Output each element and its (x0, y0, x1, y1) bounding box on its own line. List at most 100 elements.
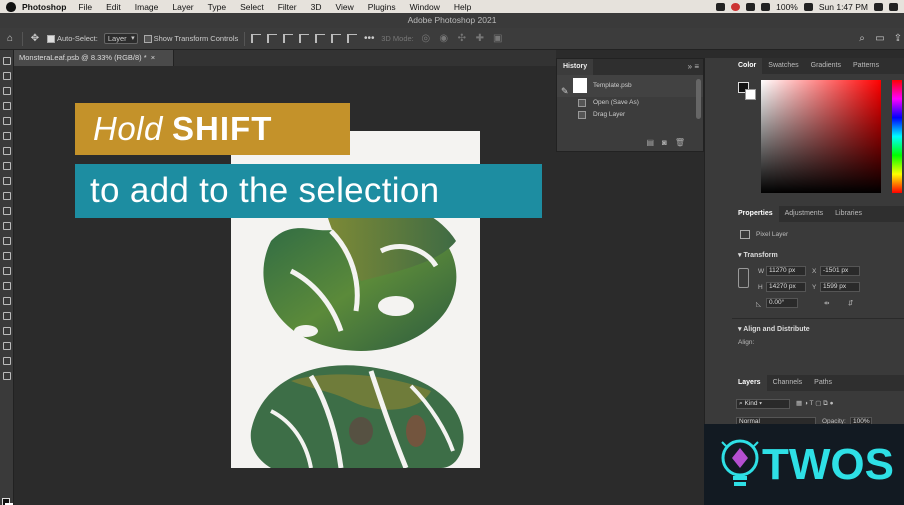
brush-tool-icon[interactable] (3, 177, 11, 185)
align-middle-icon[interactable] (315, 34, 326, 43)
y-field[interactable]: 1599 px (820, 282, 860, 292)
new-document-icon[interactable]: ▤ (646, 138, 654, 147)
align-bottom-icon[interactable] (331, 34, 342, 43)
flip-horizontal-icon[interactable]: ⇹ (824, 299, 829, 307)
control-center-icon[interactable] (889, 2, 898, 11)
blur-tool-icon[interactable] (3, 252, 11, 260)
move-tool-icon[interactable] (3, 57, 11, 65)
align-left-icon[interactable] (251, 34, 262, 43)
trash-icon[interactable]: 🗑 (675, 138, 685, 147)
auto-select-checkbox[interactable] (47, 35, 55, 43)
distribute-icon[interactable] (347, 34, 358, 43)
menu-help[interactable]: Help (454, 2, 471, 12)
show-transform-toggle[interactable]: Show Transform Controls (143, 34, 238, 43)
menu-edit[interactable]: Edit (106, 2, 121, 12)
align-right-icon[interactable] (283, 34, 294, 43)
x-field[interactable]: -1501 px (820, 266, 860, 276)
w-label: W (758, 268, 765, 275)
background-swatch[interactable] (745, 89, 756, 100)
menu-image[interactable]: Image (135, 2, 159, 12)
angle-field[interactable]: 0.00° (766, 298, 798, 308)
menu-type[interactable]: Type (208, 2, 226, 12)
dodge-tool-icon[interactable] (3, 267, 11, 275)
document-tab[interactable]: MonsteraLeaf.psb @ 8.33% (RGB/8) * × (14, 50, 174, 66)
zoom-tool-icon[interactable] (3, 357, 11, 365)
panel-menu-icon[interactable]: » ≡ (688, 62, 699, 71)
layer-filter-dropdown[interactable]: ⌕ Kind ▾ (736, 399, 790, 409)
history-step[interactable]: Open (Save As) (557, 97, 703, 109)
divider (244, 31, 246, 46)
color-picker-field[interactable] (761, 80, 881, 193)
search-icon[interactable]: ⌕ (856, 33, 868, 45)
align-top-icon[interactable] (299, 34, 310, 43)
record-icon[interactable] (716, 2, 726, 11)
menu-3d[interactable]: 3D (311, 2, 322, 12)
lasso-tool-icon[interactable] (3, 87, 11, 95)
share-icon[interactable]: ⇪ (892, 33, 904, 45)
more-tools-icon[interactable] (3, 372, 11, 380)
history-brush-icon[interactable] (3, 207, 11, 215)
menu-window[interactable]: Window (410, 2, 440, 12)
tab-patterns[interactable]: Patterns (847, 58, 885, 74)
search-icon[interactable] (874, 2, 883, 11)
height-field[interactable]: 14270 px (766, 282, 806, 292)
tab-paths[interactable]: Paths (808, 375, 838, 391)
tab-libraries[interactable]: Libraries (829, 206, 868, 222)
tab-adjustments[interactable]: Adjustments (779, 206, 830, 222)
notification-icon[interactable] (731, 2, 741, 11)
transform-section-title[interactable]: ▾ Transform (738, 251, 778, 259)
quick-select-tool-icon[interactable] (3, 102, 11, 110)
tab-color[interactable]: Color (732, 58, 763, 74)
history-snapshot[interactable]: ✎ Template.psb (557, 75, 703, 97)
tab-gradients[interactable]: Gradients (805, 58, 847, 74)
history-scrollbar[interactable] (696, 79, 701, 119)
menu-layer[interactable]: Layer (172, 2, 193, 12)
menu-plugins[interactable]: Plugins (368, 2, 396, 12)
home-icon[interactable]: ⌂ (4, 33, 16, 45)
type-tool-icon[interactable] (3, 297, 11, 305)
wifi-icon[interactable] (761, 2, 771, 11)
frame-tool-icon[interactable] (3, 132, 11, 140)
tab-history[interactable]: History (557, 59, 594, 75)
close-tab-icon[interactable]: × (151, 53, 155, 62)
battery-icon[interactable] (803, 2, 813, 11)
clone-stamp-icon[interactable] (3, 192, 11, 200)
auto-select-toggle[interactable]: Auto-Select: (47, 34, 98, 43)
eraser-tool-icon[interactable] (3, 222, 11, 230)
tab-layers[interactable]: Layers (732, 375, 767, 391)
gradient-tool-icon[interactable] (3, 237, 11, 245)
path-select-icon[interactable] (3, 312, 11, 320)
tab-swatches[interactable]: Swatches (762, 58, 804, 74)
menu-select[interactable]: Select (240, 2, 264, 12)
menu-file[interactable]: File (78, 2, 92, 12)
apple-icon[interactable] (6, 1, 16, 12)
marquee-tool-icon[interactable] (3, 72, 11, 80)
tab-channels[interactable]: Channels (767, 375, 809, 391)
camera-icon[interactable]: ◙ (662, 138, 667, 147)
filter-type-icons[interactable]: ▦ ◑ T ▢ ⧉ ● (796, 399, 834, 408)
menu-filter[interactable]: Filter (278, 2, 297, 12)
auto-select-dropdown[interactable]: Layer (103, 33, 138, 44)
app-menu[interactable]: Photoshop (22, 2, 66, 12)
more-options-icon[interactable]: ••• (363, 33, 375, 45)
menu-view[interactable]: View (335, 2, 353, 12)
move-tool-icon[interactable]: ✥ (29, 33, 41, 45)
tab-properties[interactable]: Properties (732, 206, 779, 222)
width-field[interactable]: 11270 px (766, 266, 806, 276)
workspace-icon[interactable]: ▭ (874, 33, 886, 45)
healing-brush-icon[interactable] (3, 162, 11, 170)
crop-tool-icon[interactable] (3, 117, 11, 125)
history-step[interactable]: Drag Layer (557, 109, 703, 121)
align-center-icon[interactable] (267, 34, 278, 43)
pen-tool-icon[interactable] (3, 282, 11, 290)
sync-icon[interactable] (746, 2, 756, 11)
show-transform-checkbox[interactable] (143, 35, 152, 43)
link-proportions-icon[interactable] (738, 268, 749, 288)
shape-tool-icon[interactable] (3, 327, 11, 335)
eyedropper-tool-icon[interactable] (3, 147, 11, 155)
align-section-title[interactable]: ▾ Align and Distribute (738, 325, 810, 333)
hand-tool-icon[interactable] (3, 342, 11, 350)
clock[interactable]: Sun 1:47 PM (819, 2, 868, 12)
hue-slider[interactable] (892, 80, 902, 193)
flip-vertical-icon[interactable]: ⇵ (848, 299, 853, 307)
